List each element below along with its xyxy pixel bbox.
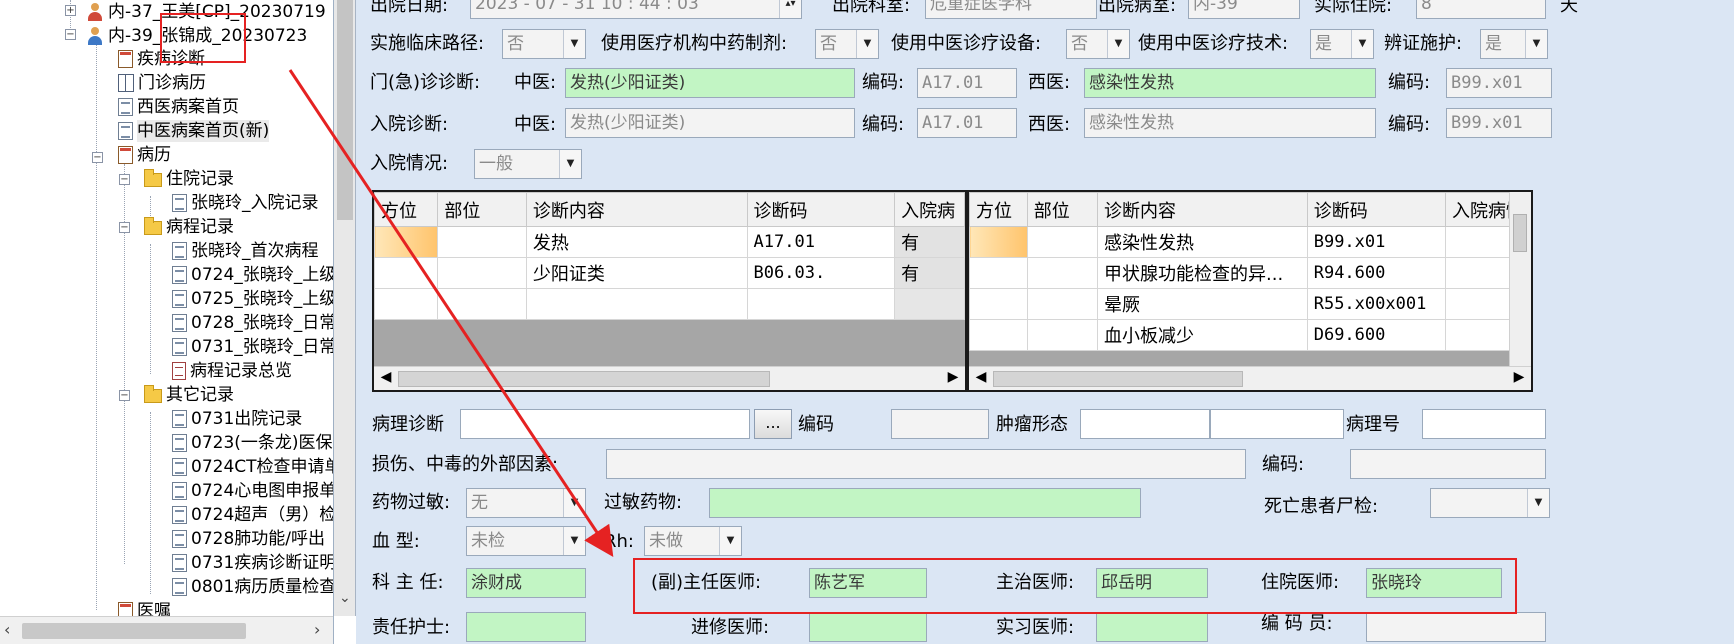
annotation-arrow [288, 69, 614, 557]
